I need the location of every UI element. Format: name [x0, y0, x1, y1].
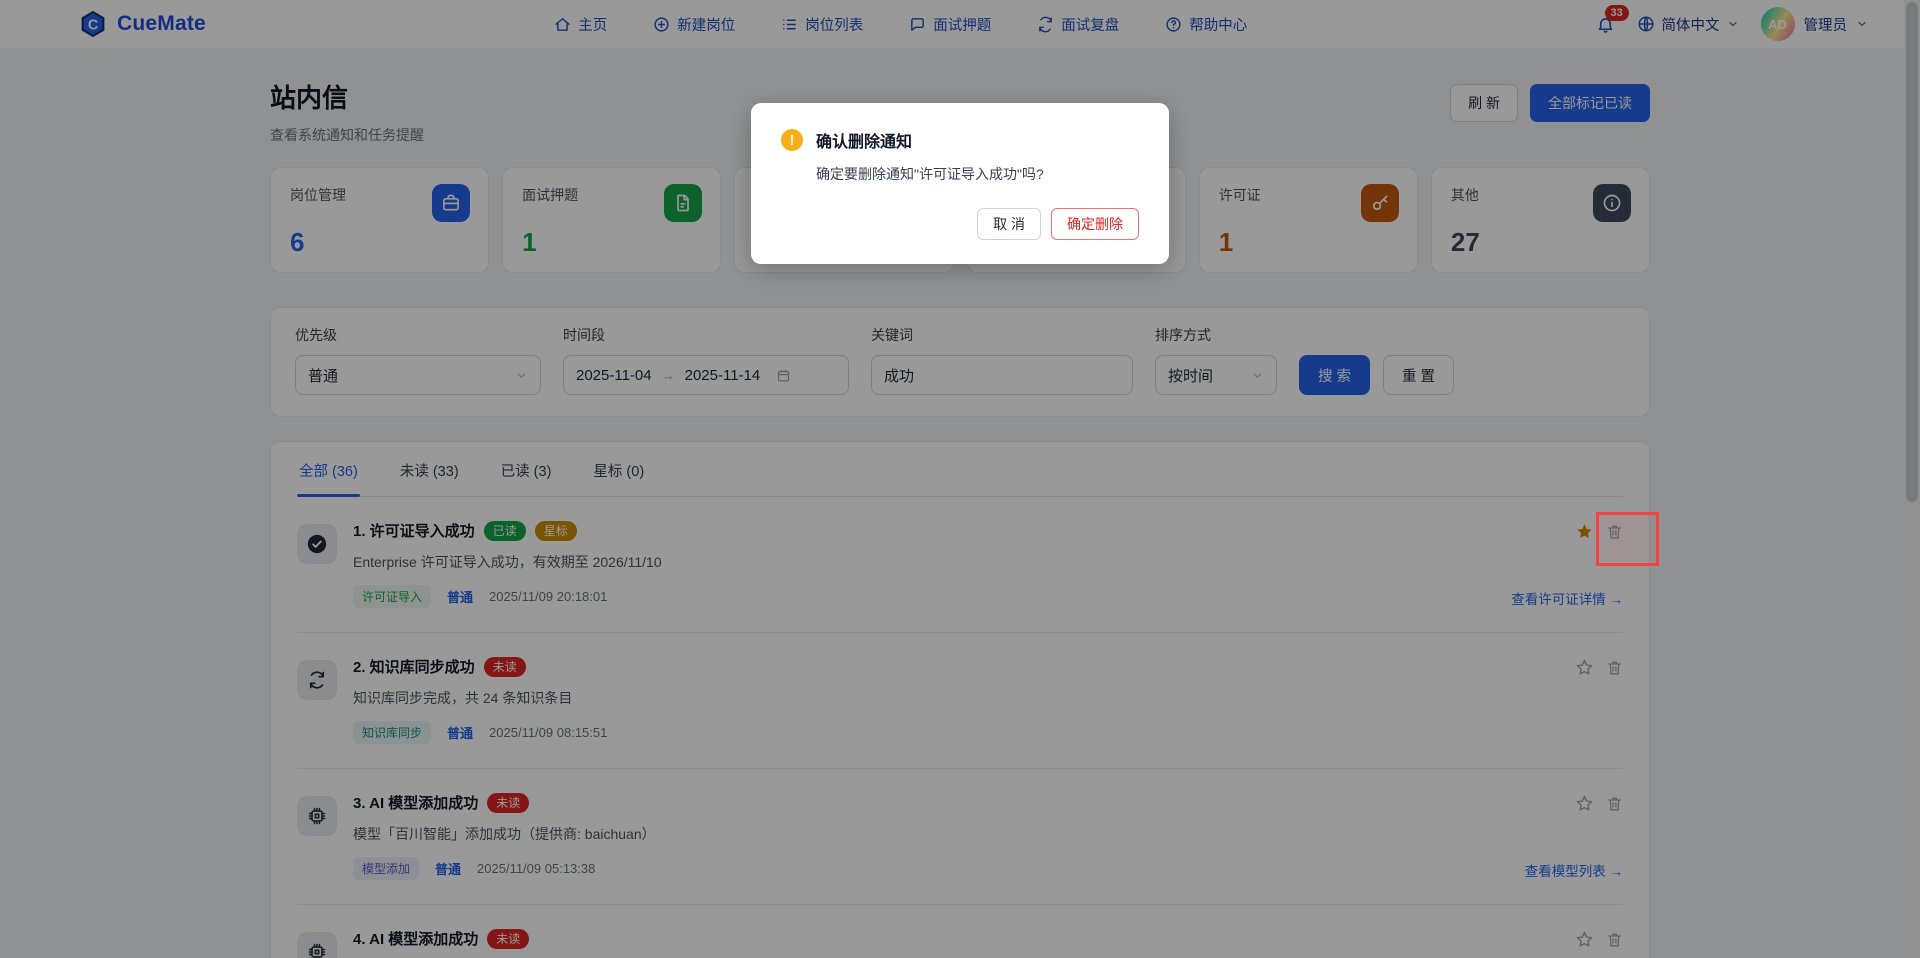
cancel-button[interactable]: 取 消 — [977, 208, 1041, 240]
confirm-delete-button[interactable]: 确定删除 — [1051, 208, 1139, 240]
warning-icon: ! — [781, 129, 803, 151]
dialog-title: 确认删除通知 — [816, 128, 912, 152]
dialog-message: 确定要删除通知"许可证导入成功"吗? — [816, 164, 1139, 184]
delete-confirm-dialog: ! 确认删除通知 确定要删除通知"许可证导入成功"吗? 取 消 确定删除 — [751, 103, 1169, 264]
